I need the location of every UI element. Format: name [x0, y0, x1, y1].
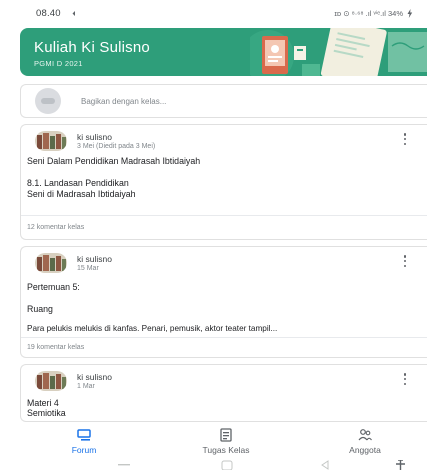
tab-forum[interactable]: Forum	[44, 428, 124, 455]
author-avatar	[35, 253, 67, 273]
more-options-icon[interactable]	[403, 373, 407, 385]
status-time: 08.40	[36, 7, 61, 19]
author-name: ki sulisno	[77, 371, 112, 382]
banner-illustration	[250, 28, 427, 76]
accessibility-icon[interactable]	[396, 460, 405, 470]
post-text-line: Ruang	[27, 304, 53, 314]
tab-classwork[interactable]: Tugas Kelas	[186, 428, 266, 455]
class-comments-link[interactable]: 19 komentar kelas	[27, 344, 84, 351]
forum-icon	[77, 429, 91, 441]
post-text-line: Seni di Madrasah Ibtidaiyah	[27, 189, 136, 199]
post-header: ki sulisno 1 Mar	[35, 371, 112, 391]
share-with-class-box[interactable]: Bagikan dengan kelas...	[20, 84, 427, 118]
author-name: ki sulisno	[77, 253, 112, 264]
status-bar: 08.40 ɪᴅ ⊙ ⁸·⁶⁸ .ıl ᵛⁱᵉ.ıl 34%	[0, 0, 427, 26]
tab-people[interactable]: Anggota	[325, 428, 405, 455]
tab-label: Tugas Kelas	[202, 445, 250, 455]
divider	[21, 215, 427, 216]
tab-label: Anggota	[349, 445, 381, 455]
announcement-card[interactable]: ki sulisno 15 Mar Pertemuan 5: Ruang Par…	[20, 246, 427, 358]
home-button[interactable]	[221, 460, 233, 470]
post-text-line: Pertemuan 5:	[27, 282, 80, 292]
divider	[21, 337, 427, 338]
post-text-line: 8.1. Landasan Pendidikan	[27, 178, 129, 188]
tab-label: Forum	[71, 445, 97, 455]
post-text-line: Seni Dalam Pendidikan Madrasah Ibtidaiya…	[27, 156, 201, 166]
battery-charging-icon	[407, 8, 413, 18]
post-text-line: Semiotika	[27, 408, 66, 418]
class-banner[interactable]: Kuliah Ki Sulisno PGMI D 2021	[20, 28, 427, 76]
post-header: ki sulisno 15 Mar	[35, 253, 112, 273]
more-options-icon[interactable]	[403, 133, 407, 145]
system-navigation-bar	[118, 460, 405, 470]
class-section: PGMI D 2021	[34, 59, 83, 68]
user-avatar	[35, 88, 61, 114]
announcement-card[interactable]: ki sulisno 3 Mei (Diedit pada 3 Mei) Sen…	[20, 124, 427, 240]
post-date: 1 Mar	[77, 382, 95, 390]
announcement-card[interactable]: ki sulisno 1 Mar Materi 4 Semiotika	[20, 364, 427, 422]
bottom-navigation: Forum Tugas Kelas Anggota	[0, 424, 427, 460]
author-avatar	[35, 371, 67, 391]
post-text-line: Materi 4	[27, 398, 59, 408]
more-options-icon[interactable]	[403, 255, 407, 267]
class-title: Kuliah Ki Sulisno	[34, 39, 150, 56]
recent-apps-button[interactable]	[118, 464, 130, 466]
share-placeholder: Bagikan dengan kelas...	[81, 96, 167, 106]
back-button[interactable]	[321, 460, 329, 470]
post-date: 3 Mei (Diedit pada 3 Mei)	[77, 142, 156, 150]
class-comments-link[interactable]: 12 komentar kelas	[27, 224, 84, 231]
people-icon	[358, 429, 372, 441]
author-avatar	[35, 131, 67, 151]
post-text-line: Para pelukis melukis di kanfas. Penari, …	[27, 324, 278, 333]
author-name: ki sulisno	[77, 131, 112, 142]
post-date: 15 Mar	[77, 264, 99, 272]
cast-icon	[69, 11, 75, 16]
classwork-icon	[220, 428, 232, 442]
status-icons: ɪᴅ ⊙ ⁸·⁶⁸ .ıl ᵛⁱᵉ.ıl 34%	[334, 8, 403, 18]
post-header: ki sulisno 3 Mei (Diedit pada 3 Mei)	[35, 131, 155, 151]
